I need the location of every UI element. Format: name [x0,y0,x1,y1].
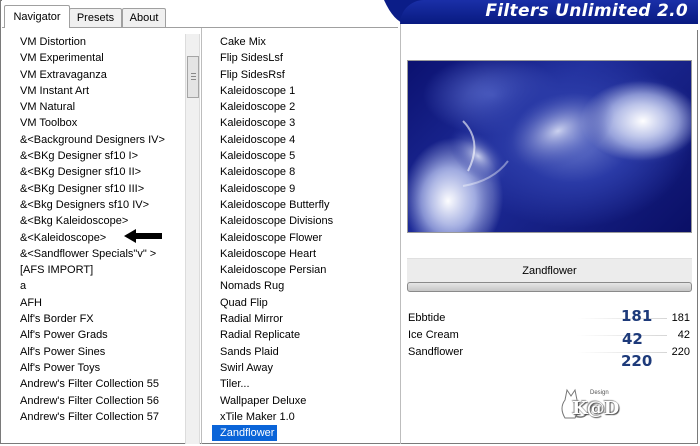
filter-item[interactable]: xTile Maker 1.0 [212,409,392,425]
filter-item[interactable]: Kaleidoscope 5 [212,148,392,164]
slider-label: Ebbtide [408,312,446,324]
filter-item[interactable]: Cake Mix [212,34,392,50]
annotation-ice-cream: 42 [622,330,643,348]
slider-value: 42 [677,329,690,341]
category-item[interactable]: [AFS IMPORT] [12,262,184,278]
panel-divider-right [400,24,401,444]
category-item[interactable]: AFH [12,295,184,311]
filter-item[interactable]: Kaleidoscope 2 [212,99,392,115]
category-item[interactable]: Alf's Border FX [12,311,184,327]
filter-item[interactable]: Radial Replicate [212,327,392,343]
filter-item[interactable]: Kaleidoscope 4 [212,132,392,148]
category-scrollbar[interactable] [185,34,200,444]
category-item[interactable]: Andrew's Filter Collection 56 [12,393,184,409]
filter-item-selected[interactable]: Zandflower [212,425,278,442]
category-item[interactable]: &<Background Designers IV> [12,132,184,148]
category-item[interactable]: VM Toolbox [12,115,184,131]
category-item[interactable]: VM Experimental [12,50,184,66]
category-item[interactable]: Alf's Power Grads [12,327,184,343]
filter-item[interactable]: Wallpaper Deluxe [212,393,392,409]
category-item[interactable]: VM Natural [12,99,184,115]
filter-item[interactable]: Tiler... [212,376,392,392]
filter-preview-image [407,60,692,233]
category-item[interactable]: &<BKg Designer sf10 III> [12,181,184,197]
tab-navigator[interactable]: Navigator [4,5,70,28]
pointer-arrow-icon [124,229,162,243]
filter-item[interactable]: Kaleidoscope 3 [212,115,392,131]
filter-item[interactable]: Flip SidesLsf [212,50,392,66]
annotation-sandflower: 220 [621,352,653,370]
filter-item[interactable]: Kaleidoscope 9 [212,181,392,197]
category-item[interactable]: Andrew's Filter Collection 57 [12,409,184,425]
scrollbar-thumb[interactable] [187,56,199,98]
category-item[interactable]: Alf's Power Toys [12,360,184,376]
slider-ice-cream[interactable]: Ice Cream 42 [407,327,692,344]
watermark-small-text: Design [590,390,609,396]
filter-item[interactable]: Kaleidoscope Heart [212,246,392,262]
tab-about[interactable]: About [122,8,166,27]
category-item[interactable]: &<BKg Designer sf10 I> [12,148,184,164]
slider-label: Ice Cream [408,329,459,341]
filter-item[interactable]: Quad Flip [212,295,392,311]
filter-item[interactable]: Nomads Rug [212,278,392,294]
filter-item[interactable]: Kaleidoscope Divisions [212,213,392,229]
category-item[interactable]: &<BKg Designer sf10 II> [12,164,184,180]
filter-item[interactable]: Flip SidesRsf [212,67,392,83]
filter-item[interactable]: Kaleidoscope Persian [212,262,392,278]
category-item[interactable]: &<Bkg Kaleidoscope> [12,213,184,229]
category-item[interactable]: &<Bkg Designers sf10 IV> [12,197,184,213]
kaleidoscope-pattern [408,76,691,232]
filter-item[interactable]: Kaleidoscope Butterfly [212,197,392,213]
category-item[interactable]: a [12,278,184,294]
title-banner: Filters Unlimited 2.0 [400,0,698,24]
category-item[interactable]: VM Instant Art [12,83,184,99]
annotation-ebbtide: 181 [621,307,653,325]
category-item[interactable]: VM Distortion [12,34,184,50]
filter-item[interactable]: Radial Mirror [212,311,392,327]
filter-item[interactable]: Swirl Away [212,360,392,376]
category-item[interactable]: &<Sandflower Specials"v" > [12,246,184,262]
filter-item[interactable]: Kaleidoscope 8 [212,164,392,180]
window-title: Filters Unlimited 2.0 [485,1,688,21]
slider-label: Sandflower [408,346,464,358]
slider-value: 220 [671,346,690,358]
filter-item[interactable]: Sands Plaid [212,344,392,360]
category-item[interactable]: Andrew's Filter Collection 55 [12,376,184,392]
filter-item[interactable]: Kaleidoscope Flower [212,230,392,246]
category-item[interactable]: VM Extravaganza [12,67,184,83]
filter-item[interactable]: Kaleidoscope 1 [212,83,392,99]
selected-filter-name: Zandflower [407,258,692,283]
tab-presets[interactable]: Presets [69,8,122,27]
panel-divider [201,28,202,444]
progress-bar [407,282,692,292]
slider-value: 181 [671,312,690,324]
filter-list[interactable]: Cake Mix Flip SidesLsf Flip SidesRsf Kaleid… [212,34,392,444]
category-item[interactable]: Alf's Power Sines [12,344,184,360]
watermark-text: K@D [572,398,619,419]
